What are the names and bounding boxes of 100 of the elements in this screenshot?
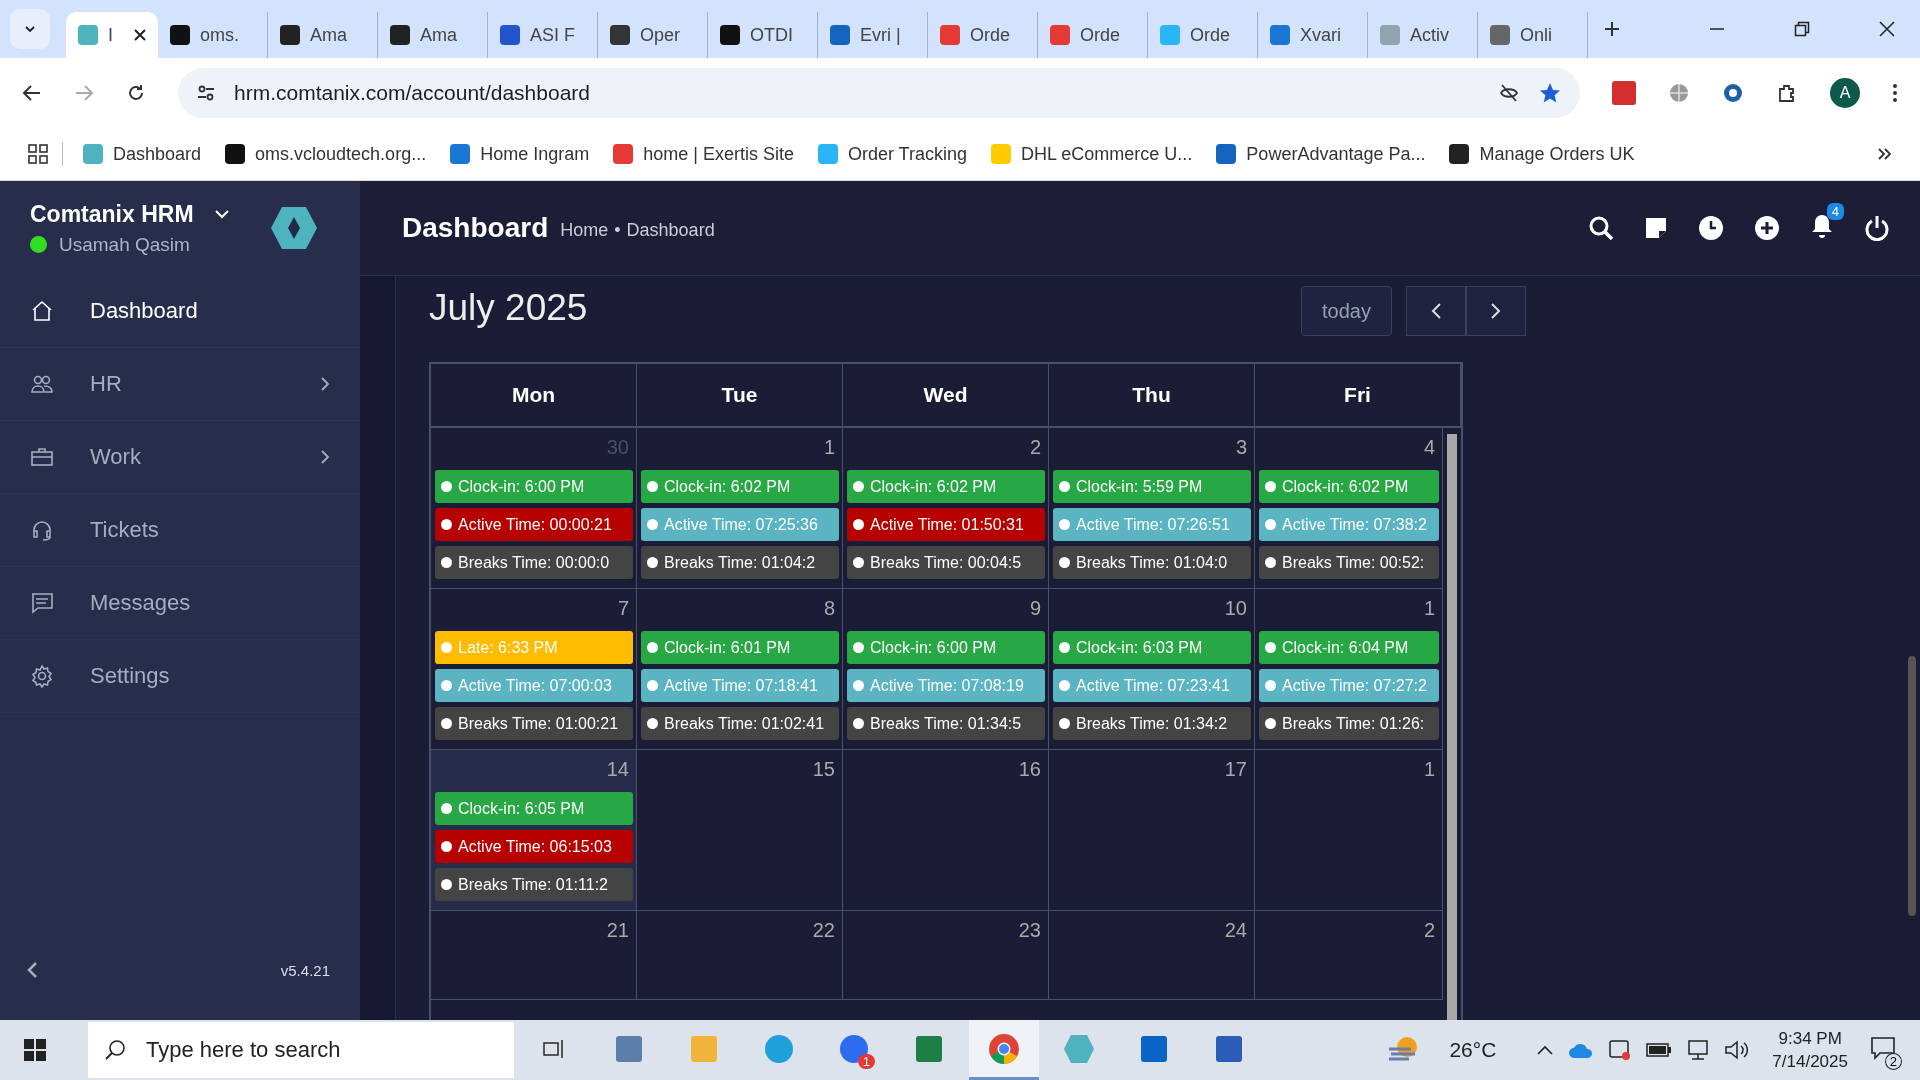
bookmark[interactable]: Dashboard <box>83 143 202 165</box>
add-icon[interactable] <box>1754 215 1780 241</box>
chevron-left-icon <box>1430 302 1442 320</box>
calendar-event[interactable]: Breaks Time: 00:04:5 <box>847 546 1045 579</box>
puzzle-circle-icon[interactable] <box>1722 82 1744 104</box>
app-icon <box>763 1032 795 1065</box>
cloud-icon[interactable] <box>1568 1041 1595 1059</box>
task-view-icon <box>542 1037 566 1060</box>
breadcrumb-item[interactable]: Home <box>560 219 609 241</box>
weekday-header: Thu <box>1049 364 1255 426</box>
clock-icon[interactable] <box>1698 215 1724 241</box>
address-bar[interactable]: hrm.comtanix.com/account/dashboard <box>178 68 1580 118</box>
favicon-icon <box>613 144 634 164</box>
favicon-icon <box>1490 25 1510 45</box>
favicon-icon <box>991 144 1011 164</box>
today-button[interactable]: today <box>1301 286 1392 336</box>
collapse-icon[interactable] <box>26 961 38 979</box>
chat-icon <box>30 591 54 615</box>
more-icon[interactable] <box>1892 83 1898 103</box>
weekday-header: Fri <box>1255 364 1461 426</box>
taskbar-app[interactable] <box>969 1020 1039 1080</box>
speaker-icon[interactable] <box>1724 1039 1751 1061</box>
windows-start-icon[interactable] <box>24 1039 46 1061</box>
site-settings-icon[interactable] <box>196 83 216 103</box>
day-number: 10 <box>1224 597 1247 620</box>
day-number: 1 <box>823 436 835 459</box>
day-number: 15 <box>812 758 835 781</box>
user-name: Usamah Qasim <box>59 233 190 256</box>
app-name[interactable]: Comtanix HRM <box>30 200 194 228</box>
favicon-icon <box>78 25 98 45</box>
bookmark[interactable]: oms.vcloudtech.org... <box>225 143 427 165</box>
favicon-icon <box>500 25 520 45</box>
chevron-up-icon[interactable] <box>1536 1044 1555 1056</box>
calendar-event[interactable]: Breaks Time: 01:11:2 <box>435 868 633 901</box>
network-icon[interactable] <box>1686 1039 1711 1061</box>
bookmark[interactable]: DHL eCommerce U... <box>991 143 1193 165</box>
profile-avatar[interactable]: A <box>1830 78 1860 108</box>
search-icon <box>104 1039 126 1061</box>
page-title: Dashboard <box>402 212 549 244</box>
app-icon <box>614 1033 644 1064</box>
bookmark[interactable]: Home Ingram <box>450 143 590 165</box>
star-icon[interactable] <box>1538 81 1562 105</box>
restore-icon[interactable] <box>1794 21 1810 37</box>
favicon-icon <box>1050 25 1070 45</box>
day-number: 16 <box>1018 758 1041 781</box>
globe-icon[interactable] <box>1668 82 1690 104</box>
back-icon[interactable] <box>22 83 42 103</box>
taskbar-app[interactable]: 1 <box>819 1020 889 1080</box>
day-number: 7 <box>617 597 629 620</box>
bookmark[interactable]: Manage Orders UK <box>1449 143 1635 165</box>
calendar-event[interactable]: Breaks Time: 01:26: <box>1259 707 1439 740</box>
version-label: v5.4.21 <box>280 961 330 979</box>
month-title: July 2025 <box>429 287 588 329</box>
calendar-event[interactable]: Breaks Time: 00:00:0 <box>435 546 633 579</box>
bookmark[interactable]: Order Tracking <box>817 143 967 165</box>
calendar-event[interactable]: Breaks Time: 01:04:0 <box>1053 546 1251 579</box>
eye-slash-icon[interactable] <box>1498 82 1520 104</box>
clock-date[interactable]: 7/14/2025 <box>1772 1051 1848 1072</box>
calendar-event[interactable]: Active Time: 00:00:21 <box>435 508 633 541</box>
close-icon[interactable] <box>1879 21 1895 37</box>
calendar-event[interactable]: Breaks Time: 00:52: <box>1259 546 1439 579</box>
search-field[interactable]: Type here to search <box>88 1022 514 1078</box>
bell-icon[interactable] <box>1810 213 1834 239</box>
app-icon <box>1139 1033 1169 1064</box>
power-icon[interactable] <box>1864 215 1890 241</box>
calendar-event[interactable]: Breaks Time: 01:02:41 <box>641 707 839 740</box>
scrollbar[interactable] <box>1447 434 1457 1020</box>
note-icon[interactable] <box>1644 216 1668 240</box>
chevron-double-icon[interactable] <box>1876 146 1892 162</box>
bookmark[interactable]: PowerAdvantage Pa... <box>1216 143 1426 165</box>
weekday-header: Wed <box>843 364 1049 426</box>
close-icon[interactable] <box>134 29 146 41</box>
new-tab-icon[interactable] <box>1604 21 1620 37</box>
browser-tab[interactable]: I <box>66 12 158 58</box>
page-scrollbar[interactable] <box>1908 656 1916 916</box>
day-number: 17 <box>1224 758 1247 781</box>
bookmark[interactable]: home | Exertis Site <box>613 143 794 165</box>
search-icon[interactable] <box>1588 215 1614 241</box>
calendar-event[interactable]: Active Time: 06:15:03 <box>435 830 633 863</box>
calendar-event[interactable]: Breaks Time: 01:34:5 <box>847 707 1045 740</box>
day-number: 2 <box>1029 436 1041 459</box>
app-icon <box>914 1033 944 1064</box>
chevron-down-icon[interactable] <box>213 209 230 219</box>
calendar-event[interactable]: Breaks Time: 01:00:21 <box>435 707 633 740</box>
apps-grid-icon[interactable] <box>28 144 48 164</box>
day-number: 8 <box>823 597 835 620</box>
clock-time[interactable]: 9:34 PM <box>1778 1028 1842 1049</box>
favicon-icon <box>225 144 246 164</box>
reload-icon[interactable] <box>126 83 146 103</box>
temperature[interactable]: 26°C <box>1449 1038 1497 1062</box>
calendar-event[interactable]: Breaks Time: 01:04:2 <box>641 546 839 579</box>
favicon-icon <box>830 25 850 45</box>
favicon-icon <box>83 144 103 164</box>
favicon-icon <box>1380 25 1400 45</box>
favicon-icon <box>390 25 410 45</box>
calendar-event[interactable]: Breaks Time: 01:34:2 <box>1053 707 1251 740</box>
battery-icon[interactable] <box>1646 1042 1673 1058</box>
device-icon[interactable] <box>1608 1039 1633 1061</box>
day-number: 24 <box>1224 919 1247 942</box>
calendar-event[interactable]: Active Time: 01:50:31 <box>847 508 1045 541</box>
